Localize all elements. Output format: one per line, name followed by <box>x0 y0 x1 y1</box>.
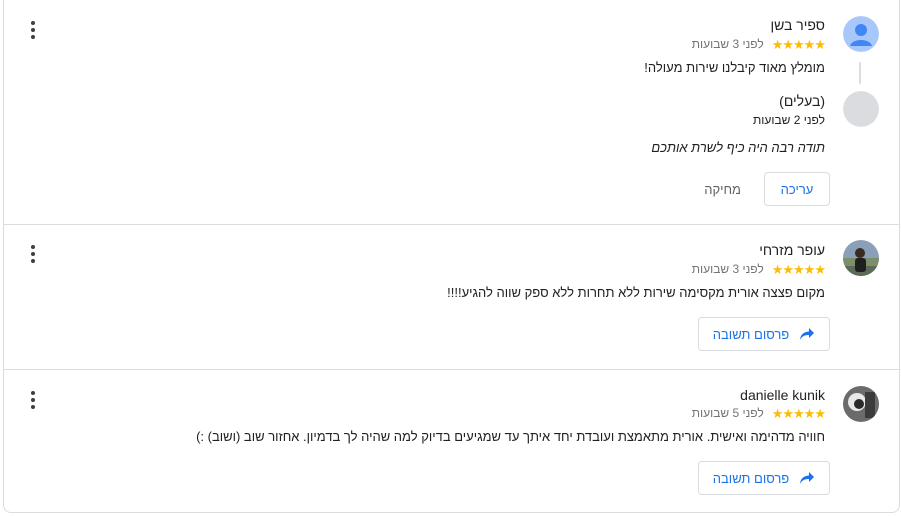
review-text: חוויה מדהימה ואישית. אורית מתאמצת ועובדת… <box>196 429 825 444</box>
reviewer-name[interactable]: עופר מזרחי <box>759 242 825 258</box>
review-meta: ★★★★★ לפני 5 שבועות <box>691 405 826 421</box>
star-rating: ★★★★★ <box>771 405 826 421</box>
more-options-icon[interactable] <box>24 389 42 411</box>
reply-button[interactable]: פרסום תשובה <box>698 317 830 351</box>
edit-reply-label: עריכה <box>780 181 814 197</box>
delete-reply-button[interactable]: מחיקה <box>704 172 741 206</box>
reviews-panel: ספיר בשן ★★★★★ לפני 3 שבועות מומלץ מאוד … <box>3 0 900 513</box>
review-card: danielle kunik ★★★★★ לפני 5 שבועות חוויה… <box>4 370 899 512</box>
review-text: מומלץ מאוד קיבלנו שירות מעולה! <box>644 60 825 75</box>
owner-reply-date: לפני 2 שבועות <box>752 113 825 127</box>
review-meta: ★★★★★ לפני 3 שבועות <box>691 261 826 277</box>
reply-button[interactable]: פרסום תשובה <box>698 461 830 495</box>
review-card: עופר מזרחי ★★★★★ לפני 3 שבועות מקום פצצה… <box>4 225 899 369</box>
default-person-icon[interactable] <box>843 16 879 52</box>
reply-button-label: פרסום תשובה <box>712 326 790 342</box>
reply-button-label: פרסום תשובה <box>712 470 790 486</box>
review-date: לפני 3 שבועות <box>691 37 764 51</box>
reviewer-name[interactable]: ספיר בשן <box>770 17 825 33</box>
star-rating: ★★★★★ <box>771 36 826 52</box>
more-options-icon[interactable] <box>24 19 42 41</box>
owner-reply-text: תודה רבה היה כיף לשרת אותכם <box>651 140 825 155</box>
reply-arrow-icon <box>799 327 815 341</box>
review-meta: ★★★★★ לפני 3 שבועות <box>691 36 826 52</box>
review-date: לפני 5 שבועות <box>691 406 764 420</box>
owner-label: (בעלים) <box>779 93 825 109</box>
reply-arrow-icon <box>799 471 815 485</box>
star-rating: ★★★★★ <box>771 261 826 277</box>
reviewer-name[interactable]: danielle kunik <box>740 387 825 403</box>
reviewer-avatar[interactable] <box>843 386 879 422</box>
reply-thread-line <box>859 62 861 84</box>
delete-reply-label: מחיקה <box>704 181 741 197</box>
reviewer-avatar[interactable] <box>843 240 879 276</box>
edit-reply-button[interactable]: עריכה <box>764 172 830 206</box>
review-date: לפני 3 שבועות <box>691 262 764 276</box>
more-options-icon[interactable] <box>24 243 42 265</box>
review-card: ספיר בשן ★★★★★ לפני 3 שבועות מומלץ מאוד … <box>4 0 899 224</box>
review-text: מקום פצצה אורית מקסימה שירות ללא תחרות ל… <box>447 285 825 300</box>
owner-avatar <box>843 91 879 127</box>
